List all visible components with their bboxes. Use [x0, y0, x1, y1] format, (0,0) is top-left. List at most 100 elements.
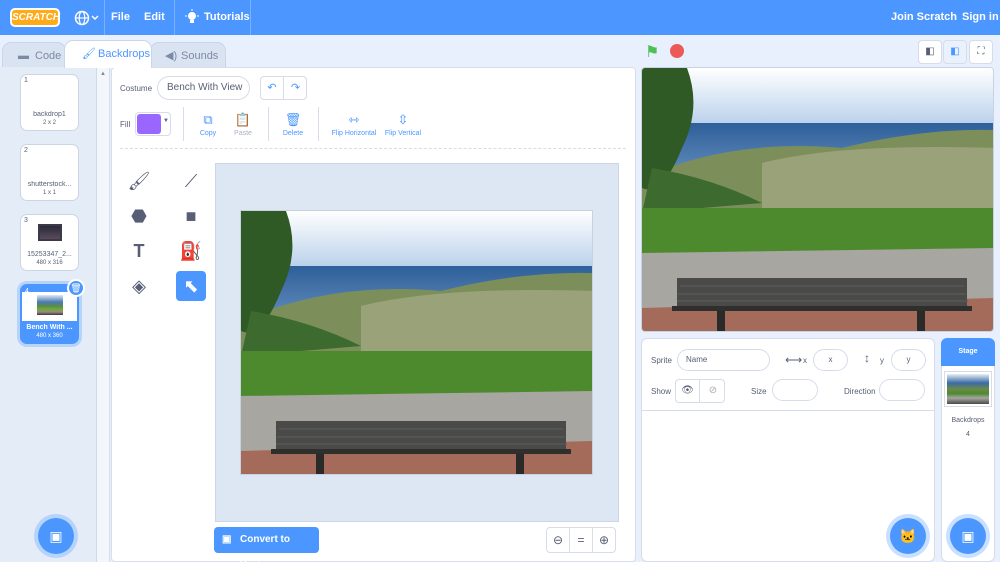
hide-eye-icon[interactable]: ⊘ — [701, 380, 725, 402]
select-cursor-icon: ⬉ — [183, 276, 199, 296]
sign-in-link[interactable]: Sign in — [962, 0, 999, 35]
delete-backdrop-icon[interactable]: 🗑 — [67, 279, 85, 297]
choose-sprite-button[interactable]: 🐱 — [890, 518, 926, 554]
backdrop-number: 3 — [24, 217, 28, 224]
backdrop-tile[interactable]: 3 15253347_2... 480 x 316 — [20, 214, 79, 271]
show-label: Show — [651, 387, 672, 396]
chevron-down-icon: ▼ — [163, 118, 169, 124]
undo-icon[interactable]: ↶ — [261, 77, 284, 99]
brush-icon: 🖌 — [127, 171, 151, 191]
sprite-name-input[interactable]: Name — [677, 349, 770, 371]
tab-sounds-label: Sounds — [181, 50, 219, 62]
copy-button[interactable]: ⧉ Copy — [188, 112, 228, 137]
x-label: x — [803, 356, 807, 365]
zoom-reset-button[interactable]: = — [569, 527, 593, 553]
bench-view-image — [241, 211, 592, 474]
green-flag-icon[interactable]: ⚑ — [645, 42, 659, 62]
language-globe-icon[interactable] — [74, 9, 100, 27]
zoom-in-button[interactable]: ⊕ — [592, 527, 616, 553]
code-blocks-icon: ▬ — [18, 50, 29, 62]
backdrop-name: Bench With ... — [26, 324, 73, 331]
backdrop-thumbnail — [38, 224, 62, 241]
toolbar-divider — [183, 107, 184, 141]
flip-vertical-label: Flip Vertical — [384, 130, 422, 137]
join-scratch-link[interactable]: Join Scratch — [891, 0, 957, 35]
flip-horizontal-label: Flip Horizontal — [331, 130, 377, 137]
size-input[interactable] — [772, 379, 818, 401]
stage-canvas[interactable] — [641, 67, 994, 332]
select-tool[interactable]: ⬉ — [176, 271, 206, 301]
list-scrollbar[interactable]: ▲ — [97, 67, 110, 562]
fullscreen-button[interactable]: ⛶ — [969, 40, 993, 64]
sprite-info-divider — [641, 410, 935, 411]
image-icon: ▣ — [222, 534, 232, 545]
backdrop-size: 480 x 316 — [36, 260, 63, 266]
circle-icon: ⬣ — [131, 206, 147, 226]
paste-button[interactable]: 📋 Paste — [223, 112, 263, 137]
tab-sounds[interactable]: ◀) Sounds — [150, 42, 226, 68]
menu-divider — [174, 0, 175, 35]
image-add-icon: ▣ — [961, 528, 975, 544]
backdrop-tile[interactable]: 2 shutterstock... 1 x 1 — [20, 144, 79, 201]
backdrop-name: 15253347_2... — [27, 251, 72, 258]
small-stage-button[interactable]: ◧ — [918, 40, 942, 64]
equals-icon: = — [577, 533, 585, 547]
stage-backdrop-image — [642, 68, 993, 331]
show-eye-icon[interactable]: 👁 — [676, 380, 700, 402]
delete-label: Delete — [282, 130, 304, 137]
circle-tool[interactable]: ⬣ — [124, 201, 154, 231]
file-menu[interactable]: File — [111, 0, 130, 35]
menu-divider — [104, 0, 105, 35]
flip-horizontal-button[interactable]: ⇿ Flip Horizontal — [328, 112, 380, 137]
text-icon: T — [133, 241, 145, 261]
fill-tool[interactable]: ⛽ — [176, 236, 206, 266]
costume-name-input[interactable]: Bench With View — [157, 76, 250, 100]
rectangle-tool[interactable]: ■ — [176, 201, 206, 231]
line-icon: ⟋ — [184, 171, 198, 191]
visibility-toggle: 👁 ⊘ — [675, 379, 725, 403]
direction-input[interactable] — [879, 379, 925, 401]
tab-code-label: Code — [35, 50, 62, 62]
fill-color-picker[interactable]: ▼ — [135, 112, 171, 136]
rectangle-icon: ■ — [185, 206, 197, 226]
copy-icon: ⧉ — [203, 112, 213, 127]
text-tool[interactable]: T — [124, 236, 154, 266]
tutorials-menu[interactable]: Tutorials — [204, 0, 250, 35]
y-input[interactable]: y — [891, 349, 926, 371]
trash-icon: 🗑 — [284, 112, 302, 127]
redo-icon[interactable]: ↷ — [284, 77, 307, 99]
backdrop-tile[interactable]: 1 backdrop1 2 x 2 — [20, 74, 79, 131]
x-arrows-icon: ⟷ — [785, 353, 803, 367]
speaker-icon: ◀) — [165, 50, 178, 62]
backdrop-size: 1 x 1 — [42, 190, 56, 196]
backdrop-thumbnail — [22, 292, 77, 321]
large-stage-icon: ◧ — [950, 46, 960, 57]
lightbulb-icon[interactable] — [184, 9, 200, 25]
large-stage-button[interactable]: ◧ — [943, 40, 967, 64]
tab-code[interactable]: ▬ Code — [2, 42, 66, 68]
line-tool[interactable]: ⟋ — [176, 166, 206, 196]
backdrop-tile-selected[interactable]: 4 Bench With ... 480 x 360 🗑 — [20, 279, 85, 344]
eraser-tool[interactable]: ◈ — [124, 271, 154, 301]
fill-swatch — [137, 114, 161, 134]
paint-bucket-icon: ⛽ — [179, 241, 203, 261]
stop-icon[interactable] — [670, 44, 684, 58]
direction-label: Direction — [844, 387, 876, 396]
choose-backdrop-button[interactable]: ▣ — [38, 518, 74, 554]
paintbrush-icon: 🖌 — [82, 48, 96, 60]
tab-backdrops[interactable]: 🖌 Backdrops — [64, 40, 152, 68]
brush-tool[interactable]: 🖌 — [124, 166, 154, 196]
delete-button[interactable]: 🗑 Delete — [273, 112, 313, 137]
edit-menu[interactable]: Edit — [144, 0, 165, 35]
toolbar-divider — [318, 107, 319, 141]
scratch-logo[interactable]: SCRATCH — [10, 8, 60, 27]
choose-backdrop-stage-button[interactable]: ▣ — [950, 518, 986, 554]
menu-divider — [250, 0, 251, 35]
paint-canvas-image[interactable] — [240, 210, 593, 475]
flip-vertical-button[interactable]: ⇳ Flip Vertical — [383, 112, 423, 137]
convert-to-vector-button[interactable]: ▣ Convert to Vector — [214, 527, 319, 562]
paste-icon: 📋 — [234, 112, 252, 127]
x-input[interactable]: x — [813, 349, 848, 371]
toolbar-divider — [268, 107, 269, 141]
zoom-out-button[interactable]: ⊖ — [546, 527, 570, 553]
